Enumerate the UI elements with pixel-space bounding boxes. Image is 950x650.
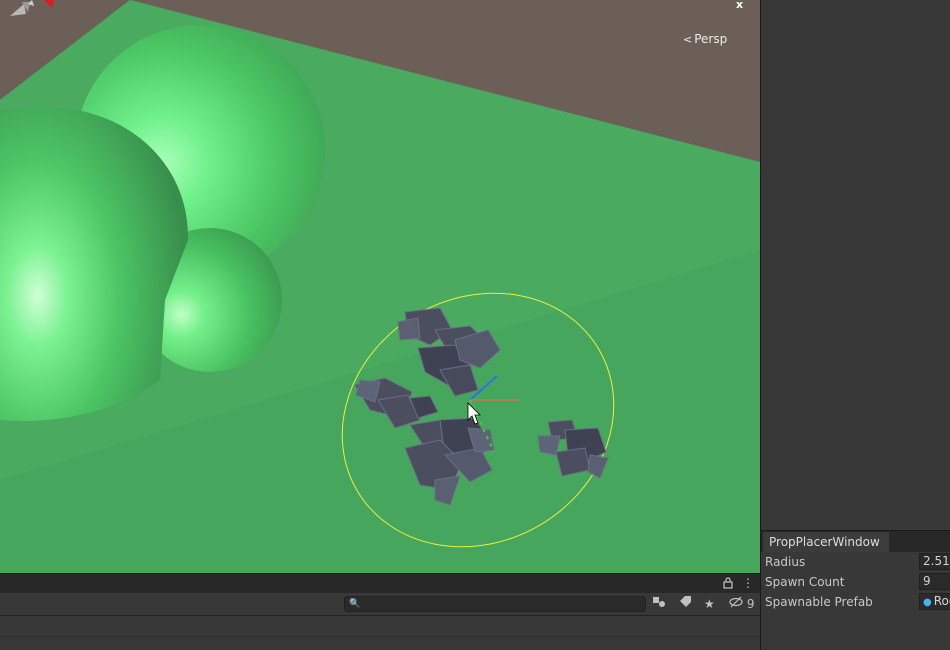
- lock-icon[interactable]: [723, 577, 735, 590]
- spawnable-prefab-value: Roc: [933, 594, 950, 608]
- favorite-icon[interactable]: ★: [704, 595, 715, 613]
- radius-field[interactable]: 2.510: [919, 553, 950, 570]
- gizmo-x-label: x: [736, 0, 744, 11]
- scene-view[interactable]: x < Persp: [0, 0, 760, 573]
- spawn-count-label: Spawn Count: [765, 575, 845, 589]
- projection-label: Persp: [694, 32, 728, 46]
- perspective-icon: <: [683, 33, 693, 46]
- tab-prop-placer-window[interactable]: PropPlacerWindow: [763, 532, 889, 552]
- scene-render[interactable]: [0, 0, 760, 573]
- filter-by-label-icon[interactable]: [678, 595, 692, 613]
- spawn-count-field[interactable]: 9: [919, 573, 950, 590]
- spawnable-prefab-field[interactable]: ●Roc: [919, 593, 950, 610]
- bottom-toolbar: 🔍 ★ 9: [0, 593, 760, 616]
- bottom-content-row: [0, 616, 760, 637]
- spawn-count-row: Spawn Count 9: [765, 573, 950, 591]
- bottom-panel: ⋮ 🔍 ★ 9: [0, 573, 760, 650]
- radius-row: Radius 2.510: [765, 553, 950, 571]
- visibility-toggle[interactable]: 9: [729, 595, 754, 613]
- spawnable-prefab-label: Spawnable Prefab: [765, 595, 873, 609]
- right-panel-empty-area: [761, 0, 950, 530]
- filter-by-type-icon[interactable]: [652, 595, 666, 613]
- visibility-icon: [729, 596, 747, 611]
- orientation-gizmo-icon[interactable]: [0, 0, 70, 22]
- spawnable-prefab-row: Spawnable Prefab ●Roc: [765, 593, 950, 611]
- projection-toggle[interactable]: < Persp: [683, 32, 727, 46]
- right-panel: PropPlacerWindow Radius 2.510 Spawn Coun…: [760, 0, 950, 650]
- bottom-panel-header: ⋮: [0, 573, 760, 593]
- prefab-icon: ●: [923, 597, 932, 608]
- prop-placer-fields: Radius 2.510 Spawn Count 9 Spawnable Pre…: [761, 552, 950, 650]
- tab-strip: PropPlacerWindow: [761, 530, 950, 552]
- search-icon: 🔍: [349, 599, 361, 609]
- radius-label: Radius: [765, 555, 806, 569]
- hidden-count: 9: [746, 597, 755, 611]
- search-input[interactable]: 🔍: [344, 596, 646, 612]
- menu-icon[interactable]: ⋮: [742, 576, 754, 590]
